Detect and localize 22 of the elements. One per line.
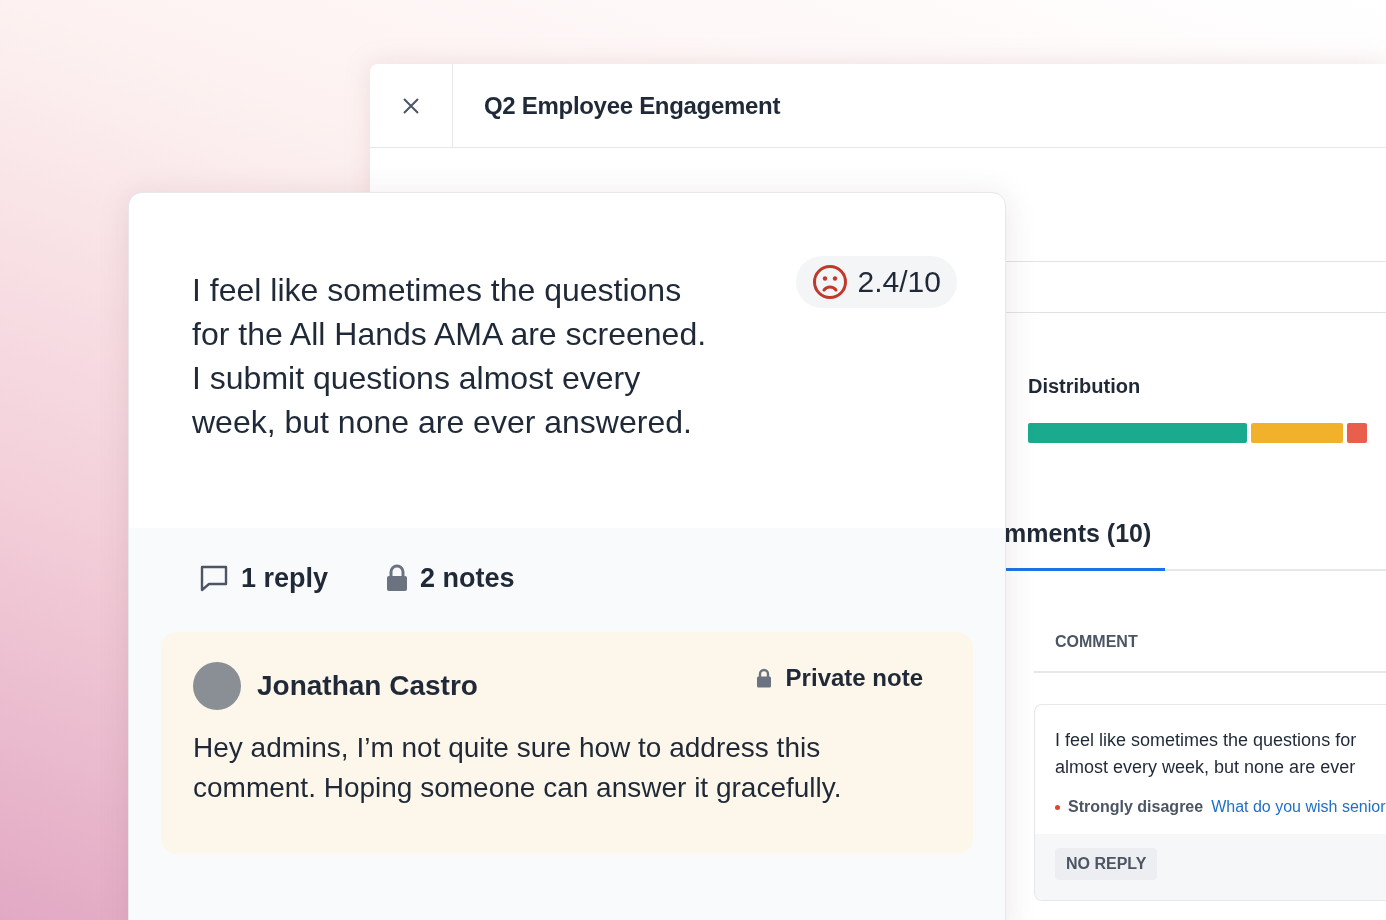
- lock-icon: [386, 564, 409, 592]
- sad-face-icon: [811, 264, 848, 300]
- comment-text: I feel like sometimes the questions for the All Hands AMA are screened. I submit questions almost every week, but none are ever answered.: [192, 271, 707, 442]
- distribution-title: Distribution: [1028, 375, 1142, 398]
- score-text: 2.4/10: [857, 265, 941, 299]
- author-name: Jonathan Castro: [257, 670, 479, 702]
- answer-label: Strongly disagree: [1068, 798, 1204, 816]
- visibility-label: Private note: [785, 664, 923, 692]
- window-title: Q2 Employee Engagement: [483, 91, 781, 120]
- reply-count[interactable]: 1 reply: [241, 562, 329, 594]
- speech-bubble-icon: [199, 564, 229, 592]
- lock-icon: [755, 668, 772, 688]
- note-text: Hey admins, I’m not quite sure how to address this comment. Hoping someone can answer it gracefully.: [193, 731, 843, 805]
- avatar: [193, 662, 241, 710]
- comment-card[interactable]: I feel like sometimes the questions for almost every week, but none are ever Strongly disagree What do you wish senior NO REPLY: [1034, 704, 1386, 901]
- comment-text: almost every week, but none are ever: [1055, 756, 1357, 779]
- reply-status-badge: NO REPLY: [1055, 848, 1158, 880]
- note-count[interactable]: 2 notes: [420, 562, 515, 594]
- column-header: COMMENT: [1055, 633, 1138, 650]
- question-link[interactable]: What do you wish senior: [1211, 798, 1386, 816]
- comment-text: I feel like sometimes the questions for: [1055, 729, 1358, 752]
- close-icon: [402, 96, 420, 115]
